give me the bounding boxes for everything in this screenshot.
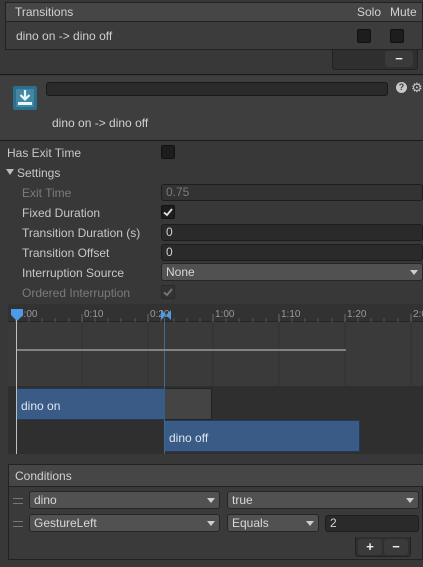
remove-transition-button[interactable]: −: [385, 51, 413, 67]
drag-handle-icon[interactable]: [13, 521, 23, 527]
transition-offset-field[interactable]: 0: [161, 244, 423, 261]
transitions-title: Transitions: [15, 5, 74, 19]
transition-duration-field[interactable]: 0: [161, 224, 423, 241]
ordered-interruption-checkbox: [161, 285, 175, 299]
exit-time-label: Exit Time: [22, 186, 72, 200]
transition-list-item[interactable]: dino on -> dino off: [5, 22, 423, 50]
gear-icon[interactable]: ⚙: [411, 80, 423, 96]
mute-checkbox[interactable]: [390, 29, 404, 43]
transitions-header: Transitions Solo Mute: [5, 2, 423, 22]
playhead-marker-icon[interactable]: [11, 309, 23, 321]
chevron-down-icon: [410, 270, 418, 275]
ordered-interruption-label: Ordered Interruption: [22, 286, 131, 300]
tick-label: 1:20: [347, 309, 367, 320]
condition-mode-dropdown[interactable]: true: [227, 491, 419, 509]
transition-title: dino on -> dino off: [52, 116, 149, 130]
interruption-source-dropdown[interactable]: None: [161, 263, 423, 281]
has-exit-time-checkbox[interactable]: [161, 145, 175, 159]
settings-foldout-arrow-icon[interactable]: [6, 169, 14, 175]
condition-parameter-value: GestureLeft: [34, 516, 97, 530]
tick-label: 2:0: [413, 309, 423, 320]
solo-checkbox[interactable]: [357, 29, 371, 43]
tick-label: 1:10: [281, 309, 301, 320]
transition-handle-icon[interactable]: [160, 309, 172, 321]
solo-column-label: Solo: [357, 5, 382, 19]
interruption-source-label: Interruption Source: [22, 266, 125, 280]
chevron-down-icon: [207, 521, 215, 526]
chevron-down-icon: [207, 498, 215, 503]
transition-duration-label: Transition Duration (s): [22, 226, 141, 240]
conditions-footer: + −: [355, 537, 411, 557]
drag-handle-icon[interactable]: [13, 498, 23, 504]
condition-mode-value: true: [232, 493, 253, 507]
clip-dino-off-label: dino off: [169, 431, 209, 445]
clip-dino-off[interactable]: dino off: [164, 420, 360, 452]
transition-inspector-header: ? ⚙ dino on -> dino off: [0, 76, 423, 140]
tick-label: 0:10: [84, 309, 104, 320]
condition-parameter-value: dino: [34, 493, 57, 507]
condition-mode-value: Equals: [232, 516, 269, 530]
condition-parameter-dropdown[interactable]: GestureLeft: [29, 514, 220, 532]
transition-name-field[interactable]: [46, 82, 388, 96]
exit-time-field: 0.75: [161, 184, 423, 201]
fixed-duration-label: Fixed Duration: [22, 206, 101, 220]
playhead-line: [16, 318, 17, 454]
transition-list-footer: −: [332, 50, 418, 70]
conditions-title: Conditions: [15, 469, 72, 483]
add-condition-button[interactable]: +: [358, 539, 382, 555]
tick-label: 1:00: [215, 309, 235, 320]
timeline-ruler[interactable]: 0:00 0:10 0:20 1:00 1:10 1:20 2:0: [8, 304, 423, 322]
condition-parameter-dropdown[interactable]: dino: [29, 491, 220, 509]
clip-dino-on-label: dino on: [21, 399, 61, 413]
transition-offset-label: Transition Offset: [22, 246, 110, 260]
chevron-down-icon: [406, 498, 414, 503]
chevron-down-icon: [306, 521, 314, 526]
divider: [0, 140, 423, 141]
settings-foldout[interactable]: Settings: [17, 166, 60, 180]
transition-overlap-region[interactable]: [164, 388, 212, 420]
condition-value-field[interactable]: 2: [325, 515, 419, 532]
transition-timeline[interactable]: 0:00 0:10 0:20 1:00 1:10 1:20 2:0 dino o…: [8, 304, 423, 454]
mute-column-label: Mute: [390, 5, 417, 19]
divider: [0, 74, 423, 75]
transition-asset-icon: [13, 86, 37, 110]
transition-start-line: [164, 318, 165, 454]
conditions-header: Conditions: [9, 465, 423, 487]
remove-condition-button[interactable]: −: [384, 539, 408, 555]
interruption-source-value: None: [166, 265, 195, 279]
transition-item-label: dino on -> dino off: [16, 29, 113, 43]
fixed-duration-checkbox[interactable]: [161, 205, 175, 219]
help-icon[interactable]: ?: [396, 82, 407, 93]
condition-mode-dropdown[interactable]: Equals: [227, 514, 319, 532]
has-exit-time-label: Has Exit Time: [7, 146, 82, 160]
